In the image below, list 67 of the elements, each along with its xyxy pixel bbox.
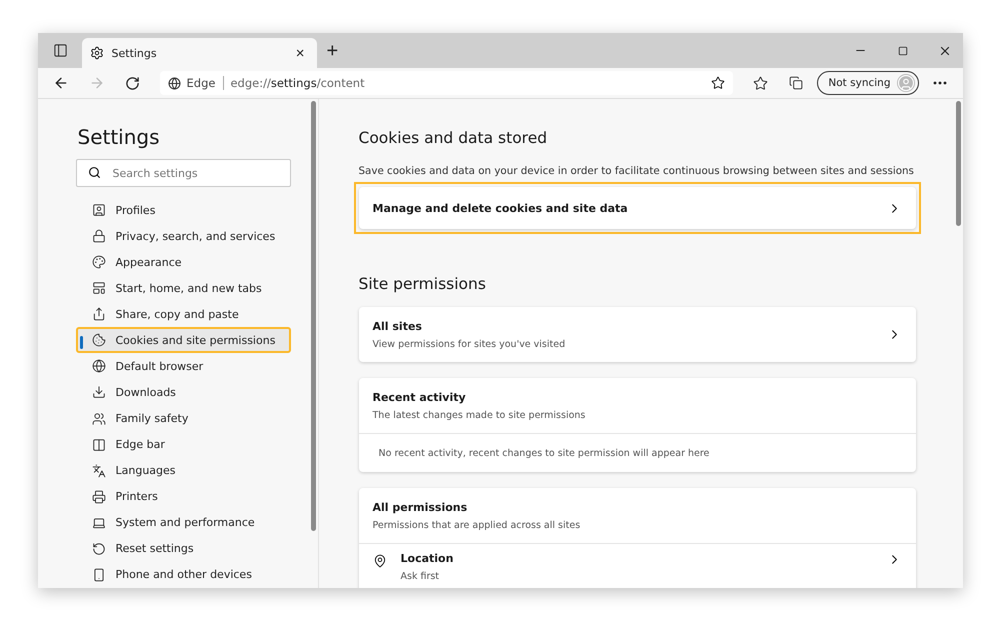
manage-cookies-link[interactable]: Manage and delete cookies and site data [358,187,916,230]
laptop-icon [92,516,106,530]
phone-icon [92,568,106,582]
palette-icon [92,255,106,270]
forward-arrow-icon [88,75,104,91]
star-icon [752,76,768,90]
card-subtitle: Permissions that are applied across all sites [372,520,582,531]
share-icon [92,307,106,322]
sidebar-item[interactable]: System and performance [76,510,290,536]
section-heading: Site permissions [358,275,487,294]
search-icon [88,166,100,179]
search-field[interactable]: Search settings [76,159,290,187]
card-subtitle: The latest changes made to site permissions [372,410,586,421]
tab-title: Settings [112,46,158,60]
sidebar-title: Settings [78,125,161,149]
section-description: Save cookies and data on your device in order to facilitate continuous browsing between sites and sessions [358,165,915,178]
card-subtitle: View permissions for sites you've visited [372,338,566,350]
sidebar-item[interactable]: Profiles [76,197,290,224]
url-text: edge://settings/content [230,76,366,90]
sidebar-item[interactable]: Reset settings [76,536,290,562]
add-favorite-icon[interactable] [711,76,726,90]
collections-icon [789,76,804,90]
sidebar-item[interactable]: Share, copy and paste [76,301,290,328]
columns-icon [92,438,106,452]
close-tab-button[interactable]: × [292,46,308,60]
maximize-icon [898,46,908,56]
sidebar-item[interactable]: Phone and other devices [76,562,290,588]
card-title: All sites [372,320,423,333]
browser-tab[interactable]: Settings × [82,38,316,68]
sidebar-item[interactable]: Family safety [76,406,290,432]
sidebar-item[interactable]: Default browser [76,353,290,380]
site-label: Edge [186,76,224,90]
globe-icon [92,359,106,374]
people-icon [92,412,106,426]
card-title: All permissions [372,500,468,514]
permission-detail: Ask first [400,571,440,582]
sidebar-item[interactable]: Edge bar [76,432,290,458]
location-pin-icon [372,554,386,568]
download-icon [92,385,106,400]
profile-icon [92,203,106,218]
more-icon [932,81,946,85]
new-tab-button[interactable]: + [322,40,342,60]
scrollbar-thumb[interactable] [956,101,960,226]
refresh-icon [125,76,140,90]
printer-icon [92,490,106,504]
panel-icon [53,43,68,58]
language-icon [92,464,106,478]
avatar-icon [896,74,914,92]
sidebar-item[interactable]: Start, home, and new tabs [76,275,290,302]
sidebar-item[interactable]: Appearance [76,249,290,276]
settings-icon [90,46,104,60]
sidebar-item[interactable]: Printers [76,484,290,510]
section-heading: Cookies and data stored [358,129,548,147]
empty-message: No recent activity, recent changes to site permission will appear here [378,448,710,459]
sidebar-item[interactable]: Privacy, search, and services [76,223,290,250]
profile-button[interactable]: Not syncing [817,71,918,95]
sidebar-item[interactable]: Downloads [76,379,290,406]
permission-label: Location [400,552,454,566]
address-bar[interactable]: Edge edge://settings/content [160,71,734,95]
sidebar-item[interactable]: Cookies and site permissions [76,327,290,354]
sidebar-item[interactable]: Languages [76,458,290,484]
reset-icon [92,542,106,556]
lock-icon [92,229,106,244]
card-title: Recent activity [372,390,467,404]
cookie-icon [92,333,106,348]
scrollbar-thumb[interactable] [310,101,316,531]
layout-icon [92,281,106,296]
